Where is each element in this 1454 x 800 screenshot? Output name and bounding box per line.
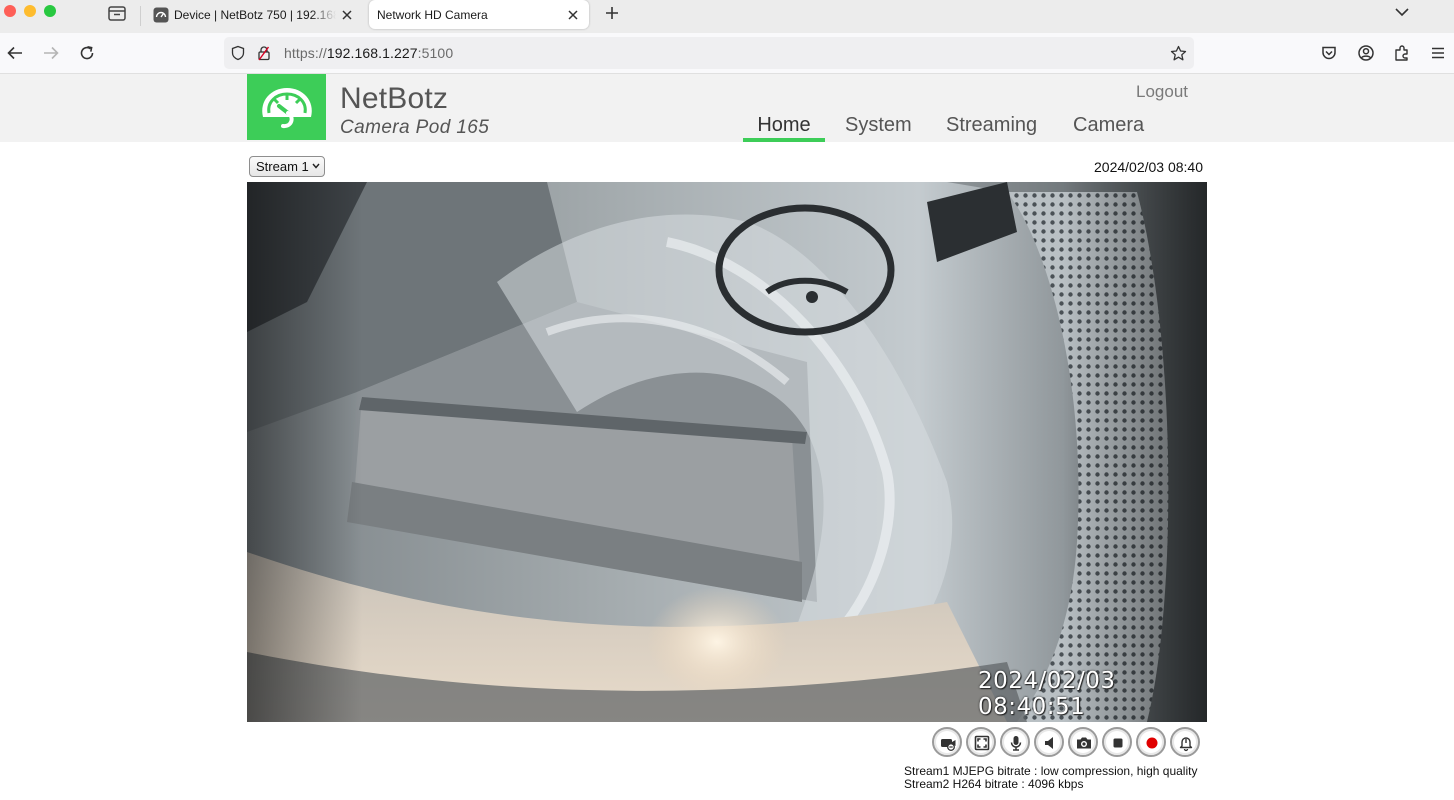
netbotz-header: NetBotz Camera Pod 165 Logout Home Syste…	[0, 74, 1454, 142]
tab-overview-icon[interactable]	[107, 4, 127, 22]
speaker-icon	[1045, 737, 1053, 749]
record-button[interactable]	[1136, 727, 1166, 757]
alarm-bell-button[interactable]	[1170, 727, 1200, 757]
brand-name: NetBotz	[340, 82, 449, 115]
netbotz-logo	[247, 74, 326, 140]
nav-system[interactable]: System	[845, 114, 912, 137]
snapshot-button[interactable]	[1068, 727, 1098, 757]
close-tab-icon[interactable]	[340, 8, 354, 22]
chevron-down-icon	[312, 163, 320, 169]
nav-streaming[interactable]: Streaming	[946, 114, 1037, 137]
tab-separator	[140, 6, 141, 26]
stop-icon	[1113, 738, 1123, 748]
snapshot-icon	[1077, 737, 1091, 749]
netbotz-favicon-icon	[153, 7, 169, 22]
window-minimize-button[interactable]	[24, 5, 36, 17]
camera-controls	[932, 727, 1202, 759]
address-bar[interactable]: https://192.168.1.227:5100	[224, 37, 1194, 69]
url-host: 192.168.1.227	[326, 45, 418, 61]
fullscreen-icon	[974, 735, 990, 751]
stop-button[interactable]	[1102, 727, 1132, 757]
speaker-button[interactable]	[1034, 727, 1064, 757]
window-close-button[interactable]	[4, 5, 16, 17]
brand-subtitle: Camera Pod 165	[340, 117, 490, 138]
reload-icon[interactable]	[78, 44, 96, 62]
stream-select[interactable]: Stream 1	[249, 156, 325, 177]
gauge-logo-icon	[262, 88, 312, 129]
close-tab-icon[interactable]	[566, 8, 580, 22]
tab-list-icon[interactable]	[1394, 4, 1410, 20]
fullscreen-button[interactable]	[966, 727, 996, 757]
browser-nav-bar: https://192.168.1.227:5100	[0, 33, 1454, 74]
alarm-bell-icon	[1179, 737, 1193, 752]
stream-select-value: Stream 1	[256, 159, 309, 174]
camera-switch-button[interactable]	[932, 727, 962, 757]
forward-icon[interactable]	[42, 44, 60, 62]
account-icon[interactable]	[1357, 44, 1375, 62]
url-scheme: https://	[284, 45, 327, 61]
new-tab-icon[interactable]	[603, 4, 621, 22]
microphone-button[interactable]	[1000, 727, 1030, 757]
lock-icon[interactable]	[256, 45, 272, 61]
record-icon	[1146, 737, 1158, 749]
url-port: :5100	[417, 45, 454, 61]
stream2-bitrate-info: Stream2 H264 bitrate : 4096 kbps	[904, 777, 1084, 791]
star-icon[interactable]	[1170, 45, 1187, 62]
menu-icon[interactable]	[1429, 44, 1447, 62]
nav-active-indicator	[743, 138, 825, 142]
tab-netbotz-device[interactable]: Device | NetBotz 750 | 192.168.1	[148, 0, 363, 29]
logout-link[interactable]: Logout	[1136, 82, 1188, 102]
extensions-icon[interactable]	[1393, 44, 1411, 62]
camera-timestamp-overlay: 2024/02/03 08:40:51	[978, 668, 1116, 720]
microphone-icon	[1010, 736, 1022, 751]
shield-icon[interactable]	[230, 45, 246, 61]
window-zoom-button[interactable]	[44, 5, 56, 17]
pocket-icon[interactable]	[1320, 44, 1338, 62]
tab-network-hd-camera[interactable]: Network HD Camera	[369, 0, 589, 29]
camera-feed-image	[247, 182, 1207, 722]
nav-home[interactable]: Home	[743, 114, 825, 137]
current-datetime: 2024/02/03 08:40	[1094, 159, 1203, 175]
nav-camera[interactable]: Camera	[1073, 114, 1144, 137]
back-icon[interactable]	[6, 44, 24, 62]
camera-live-view[interactable]: 2024/02/03 08:40:51	[247, 182, 1207, 722]
tab-title: Network HD Camera	[377, 7, 488, 22]
stream1-bitrate-info: Stream1 MJEPG bitrate : low compression,…	[904, 764, 1198, 778]
camera-switch-icon	[941, 739, 956, 751]
browser-tab-bar: Device | NetBotz 750 | 192.168.1 Network…	[0, 0, 1454, 33]
url-text[interactable]: https://192.168.1.227:5100	[284, 45, 453, 61]
tab-title: Device | NetBotz 750 | 192.168.1	[174, 7, 336, 22]
